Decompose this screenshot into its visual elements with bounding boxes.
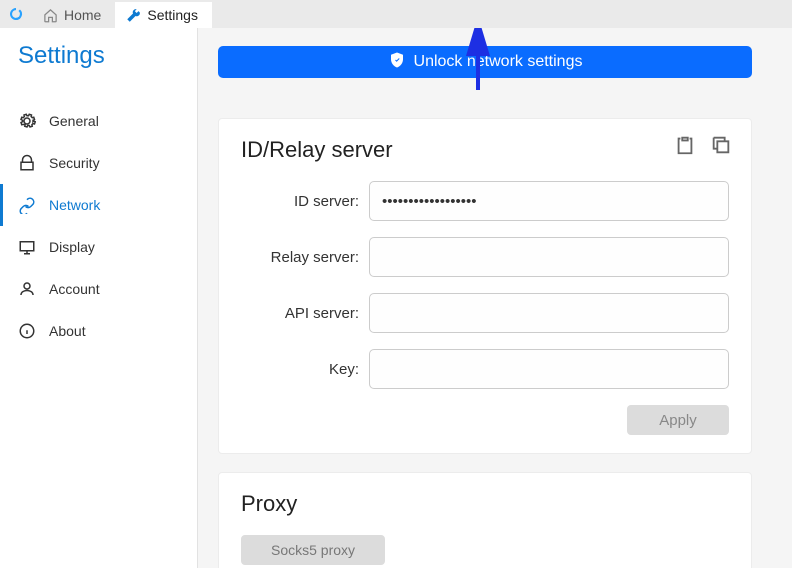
sidebar-item-general[interactable]: General bbox=[0, 100, 197, 142]
id-relay-title: ID/Relay server bbox=[241, 137, 729, 163]
relay-server-label: Relay server: bbox=[241, 249, 359, 266]
sidebar-item-label: Security bbox=[49, 155, 100, 171]
wrench-icon bbox=[125, 7, 141, 23]
shield-icon bbox=[388, 51, 406, 74]
api-server-input[interactable] bbox=[369, 293, 729, 333]
app-logo-icon bbox=[6, 4, 26, 24]
sidebar-item-label: General bbox=[49, 113, 99, 129]
key-label: Key: bbox=[241, 361, 359, 378]
id-server-label: ID server: bbox=[241, 193, 359, 210]
unlock-network-button[interactable]: Unlock network settings bbox=[218, 46, 752, 78]
person-icon bbox=[17, 279, 37, 299]
link-icon bbox=[17, 195, 37, 215]
key-input[interactable] bbox=[369, 349, 729, 389]
sidebar-item-label: About bbox=[49, 323, 86, 339]
sidebar-item-about[interactable]: About bbox=[0, 310, 197, 352]
relay-server-input[interactable] bbox=[369, 237, 729, 277]
tab-settings[interactable]: Settings bbox=[115, 2, 212, 28]
paste-icon[interactable] bbox=[673, 133, 697, 157]
sidebar-item-label: Display bbox=[49, 239, 95, 255]
lock-icon bbox=[17, 153, 37, 173]
proxy-card: Proxy Socks5 proxy bbox=[218, 472, 752, 568]
socks5-proxy-button[interactable]: Socks5 proxy bbox=[241, 535, 385, 565]
gear-icon bbox=[17, 111, 37, 131]
sidebar-item-account[interactable]: Account bbox=[0, 268, 197, 310]
sidebar: Settings General Security Network Displa… bbox=[0, 28, 198, 568]
home-icon bbox=[42, 7, 58, 23]
tab-bar: Home Settings bbox=[0, 0, 792, 28]
sidebar-item-label: Account bbox=[49, 281, 100, 297]
monitor-icon bbox=[17, 237, 37, 257]
sidebar-item-label: Network bbox=[49, 197, 100, 213]
tab-home[interactable]: Home bbox=[32, 2, 115, 28]
id-relay-card: ID/Relay server ID server: Relay server:… bbox=[218, 118, 752, 454]
sidebar-item-security[interactable]: Security bbox=[0, 142, 197, 184]
tab-settings-label: Settings bbox=[147, 7, 198, 23]
copy-icon[interactable] bbox=[709, 133, 733, 157]
info-icon bbox=[17, 321, 37, 341]
main-content: Unlock network settings ID/Relay server … bbox=[198, 28, 792, 568]
sidebar-item-display[interactable]: Display bbox=[0, 226, 197, 268]
tab-home-label: Home bbox=[64, 7, 101, 23]
id-server-input[interactable] bbox=[369, 181, 729, 221]
apply-button[interactable]: Apply bbox=[627, 405, 729, 435]
unlock-button-label: Unlock network settings bbox=[414, 53, 583, 71]
api-server-label: API server: bbox=[241, 305, 359, 322]
proxy-title: Proxy bbox=[241, 491, 729, 517]
page-title: Settings bbox=[0, 42, 197, 100]
sidebar-item-network[interactable]: Network bbox=[0, 184, 197, 226]
